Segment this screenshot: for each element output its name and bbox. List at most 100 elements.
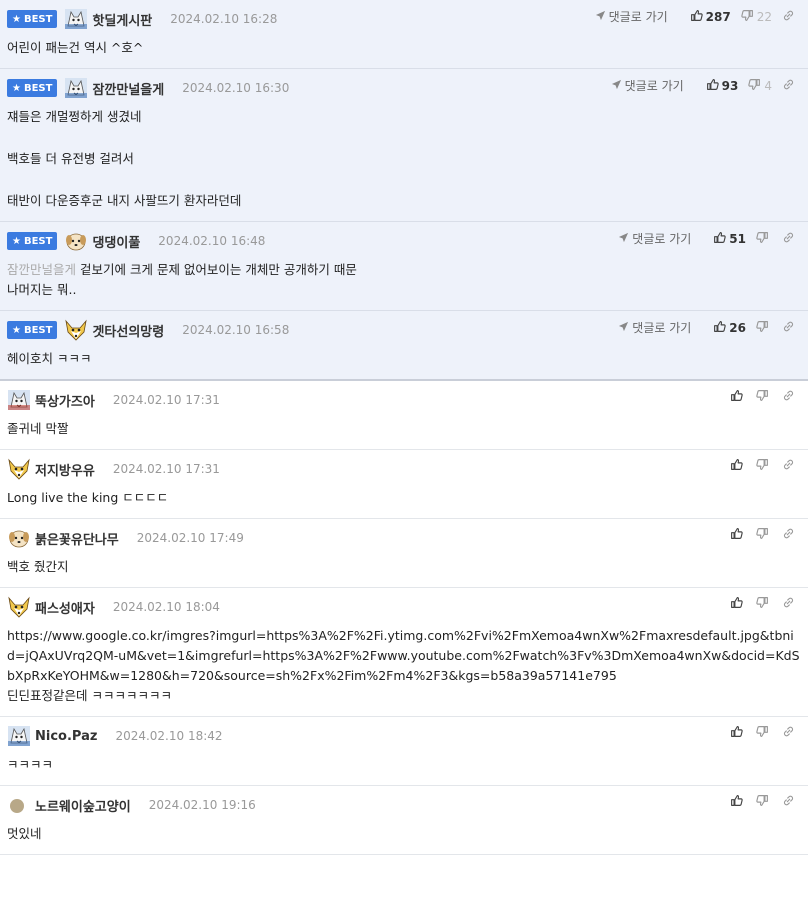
- copy-link-button[interactable]: [782, 458, 798, 474]
- wolf-avatar-red[interactable]: [7, 389, 31, 411]
- copy-link-button[interactable]: [782, 78, 798, 94]
- downvote-button[interactable]: [756, 320, 772, 336]
- copy-link-button[interactable]: [782, 389, 798, 405]
- nickname[interactable]: 패스성애자: [35, 598, 95, 617]
- downvote-button[interactable]: [756, 794, 772, 810]
- comment-date: 2024.02.10 17:31: [112, 462, 220, 476]
- downvote-button[interactable]: 22: [741, 9, 772, 25]
- link-icon: [782, 527, 798, 543]
- reply-link[interactable]: 댓글로 가기: [618, 230, 691, 247]
- comment-header: 패스성애자 2024.02.10 18:04: [7, 596, 801, 618]
- link-icon: [782, 9, 798, 25]
- nickname[interactable]: 겟타선의망령: [92, 321, 164, 340]
- dog-face-avatar[interactable]: [64, 230, 88, 252]
- downvote-button[interactable]: [756, 725, 772, 741]
- upvote-button[interactable]: 51: [713, 231, 746, 247]
- comment: 뚝상가즈아 2024.02.10 17:31 졸귀네 막짤: [0, 381, 808, 450]
- comment-text-line: ㅋㅋㅋㅋ: [7, 757, 54, 772]
- reply-link-label: 댓글로 가기: [624, 79, 684, 93]
- thumbs-up-icon: [730, 527, 746, 543]
- copy-link-button[interactable]: [782, 9, 798, 25]
- nickname[interactable]: Nico.Paz: [35, 729, 97, 744]
- comment-body: 어린이 패는건 역시 ^호^: [7, 30, 801, 68]
- upvote-button[interactable]: [730, 389, 746, 405]
- upvote-button[interactable]: [730, 527, 746, 543]
- reply-link[interactable]: 댓글로 가기: [595, 8, 668, 25]
- downvote-button[interactable]: [756, 231, 772, 247]
- link-icon: [782, 231, 798, 247]
- upvote-button[interactable]: 26: [713, 320, 746, 336]
- thumbs-up-icon: [713, 231, 729, 247]
- comment-text-line: 겉보기에 크게 문제 없어보이는 개체만 공개하기 때문: [80, 262, 357, 277]
- nickname[interactable]: 잠깐만널을게: [92, 79, 164, 98]
- best-comment: ★ BEST 댕댕이풀 2024.02.10 16:48 댓글로 가기 51 잠깐만널을게 겉…: [0, 222, 808, 311]
- link-icon: [782, 458, 798, 474]
- copy-link-button[interactable]: [782, 231, 798, 247]
- thumbs-up-icon: [690, 9, 706, 25]
- comment-date: 2024.02.10 16:30: [182, 81, 290, 95]
- copy-link-button[interactable]: [782, 596, 798, 612]
- downvote-button[interactable]: 4: [748, 78, 772, 94]
- upvote-button[interactable]: [730, 596, 746, 612]
- reply-link[interactable]: 댓글로 가기: [611, 77, 684, 94]
- nickname[interactable]: 붉은꽃유단나무: [35, 529, 119, 548]
- wolf-avatar-blue[interactable]: [64, 77, 88, 99]
- comment-text-line: 멋있네: [7, 826, 42, 841]
- comment-date: 2024.02.10 19:16: [148, 798, 256, 812]
- circle-avatar-tan[interactable]: [7, 794, 31, 816]
- comment-date: 2024.02.10 16:28: [170, 12, 278, 26]
- best-badge-label: BEST: [23, 13, 53, 25]
- nickname[interactable]: 노르웨이숲고양이: [35, 796, 131, 815]
- comment-header: Nico.Paz 2024.02.10 18:42: [7, 725, 801, 747]
- nickname[interactable]: 뚝상가즈아: [35, 391, 95, 410]
- comment-url[interactable]: https://www.google.co.kr/imgres?imgurl=h…: [7, 626, 801, 686]
- fox-face-avatar[interactable]: [7, 596, 31, 618]
- downvote-count: 4: [764, 78, 772, 93]
- comment-text-line: 쟤들은 개멀쩡하게 생겼네: [7, 109, 142, 124]
- link-icon: [782, 320, 798, 336]
- comment-text-line: 어린이 패는건 역시 ^호^: [7, 40, 144, 55]
- copy-link-button[interactable]: [782, 725, 798, 741]
- comment-header: 뚝상가즈아 2024.02.10 17:31: [7, 389, 801, 411]
- thumbs-up-icon: [730, 725, 746, 741]
- upvote-count: 26: [729, 320, 746, 335]
- upvote-button[interactable]: [730, 725, 746, 741]
- upvote-button[interactable]: [730, 794, 746, 810]
- downvote-button[interactable]: [756, 596, 772, 612]
- upvote-button[interactable]: [730, 458, 746, 474]
- comment: 붉은꽃유단나무 2024.02.10 17:49 백호 줬간지: [0, 519, 808, 588]
- wolf-avatar-blue[interactable]: [64, 8, 88, 30]
- nickname[interactable]: 댕댕이풀: [92, 232, 140, 251]
- best-comment: ★ BEST 잠깐만널을게 2024.02.10 16:30 댓글로 가기 93 4 쟤들은 …: [0, 69, 808, 222]
- reply-target-nick[interactable]: 잠깐만널을게: [7, 262, 76, 277]
- downvote-button[interactable]: [756, 458, 772, 474]
- fox-face-avatar[interactable]: [64, 319, 88, 341]
- comment-body: 졸귀네 막짤: [7, 411, 801, 449]
- dog-face-avatar[interactable]: [7, 527, 31, 549]
- upvote-button[interactable]: 93: [706, 78, 738, 94]
- fox-face-avatar[interactable]: [7, 458, 31, 480]
- downvote-button[interactable]: [756, 389, 772, 405]
- comment-list: ★ BEST 핫딜게시판 2024.02.10 16:28 댓글로 가기 287 22 어린이…: [0, 0, 808, 855]
- comment: 패스성애자 2024.02.10 18:04 https://www.google.…: [0, 588, 808, 717]
- reply-link-label: 댓글로 가기: [632, 321, 692, 335]
- best-badge-label: BEST: [23, 235, 53, 247]
- comment-body: ㅋㅋㅋㅋ: [7, 747, 801, 785]
- comment-body: 잠깐만널을게 겉보기에 크게 문제 없어보이는 개체만 공개하기 때문 나머지는 뭐…: [7, 252, 801, 310]
- copy-link-button[interactable]: [782, 527, 798, 543]
- comment-date: 2024.02.10 18:04: [112, 600, 220, 614]
- comment-text: 태반이 다운증후군 내지 사팔뜨기 환자라던데: [7, 191, 801, 211]
- comment-actions: 댓글로 가기 287 22: [595, 8, 798, 25]
- copy-link-button[interactable]: [782, 794, 798, 810]
- downvote-button[interactable]: [756, 527, 772, 543]
- nickname[interactable]: 핫딜게시판: [92, 10, 152, 29]
- reply-link-label: 댓글로 가기: [608, 10, 668, 24]
- reply-link[interactable]: 댓글로 가기: [618, 319, 691, 336]
- comment-date: 2024.02.10 16:58: [182, 323, 290, 337]
- copy-link-button[interactable]: [782, 320, 798, 336]
- best-comment: ★ BEST 핫딜게시판 2024.02.10 16:28 댓글로 가기 287 22 어린이…: [0, 0, 808, 69]
- wolf-avatar-blue[interactable]: [7, 725, 31, 747]
- upvote-button[interactable]: 287: [690, 9, 731, 25]
- nickname[interactable]: 저지방우유: [35, 460, 95, 479]
